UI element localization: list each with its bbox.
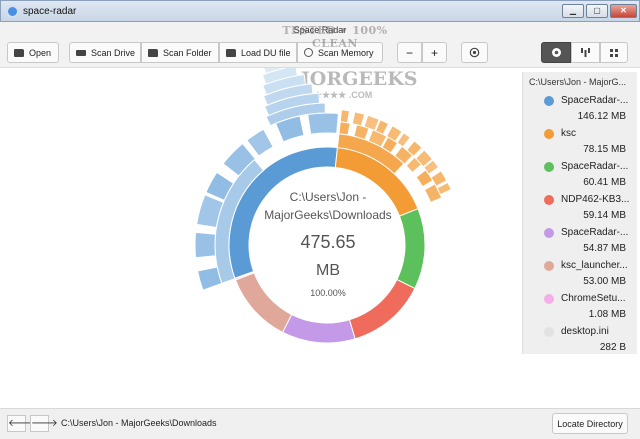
- scan-folder-label: Scan Folder: [163, 47, 212, 58]
- file-entry[interactable]: ksc_launcher... 53.00 MB: [523, 259, 638, 292]
- close-button[interactable]: ✕: [610, 4, 637, 18]
- flame-icon: [581, 48, 590, 57]
- back-button[interactable]: 🡐: [7, 415, 35, 432]
- file-size: 1.08 MB: [588, 309, 626, 320]
- open-label: Open: [29, 47, 52, 58]
- sunburst-sub-segment[interactable]: [338, 121, 351, 136]
- watermark-line-1: TESTED • 100% CLEAN: [282, 24, 388, 50]
- drive-icon: [76, 49, 86, 56]
- color-dot: [544, 327, 554, 337]
- sunburst-sub-segment[interactable]: [339, 109, 351, 124]
- file-size: 54.87 MB: [583, 243, 626, 254]
- sunburst-sub-segment[interactable]: [351, 111, 366, 127]
- file-entry[interactable]: SpaceRadar-... 54.87 MB: [523, 226, 638, 259]
- folder-icon: [14, 48, 24, 57]
- color-dot: [544, 129, 554, 139]
- forward-button[interactable]: 🡒: [30, 415, 58, 432]
- title-bar: space-radar ▁ ▢ ✕: [0, 0, 640, 22]
- file-name: SpaceRadar-...: [561, 95, 629, 106]
- sunburst-sub-segment[interactable]: [246, 128, 274, 157]
- file-name: ksc: [561, 128, 576, 139]
- scan-drive-button[interactable]: Scan Drive: [69, 42, 141, 63]
- file-name: ksc_launcher...: [561, 260, 628, 271]
- file-size: 282 B: [599, 342, 626, 353]
- zoom-in-button[interactable]: +: [422, 42, 447, 63]
- status-bar: 🡐 🡒 C:\Users\Jon - MajorGeeks\Downloads …: [0, 408, 640, 439]
- color-dot: [544, 195, 554, 205]
- sunburst-svg[interactable]: [0, 56, 522, 408]
- arrow-right-icon: 🡒: [31, 418, 58, 429]
- file-size: 53.00 MB: [583, 276, 626, 287]
- file-name: NDP462-KB3...: [561, 194, 630, 205]
- color-dot: [544, 294, 554, 304]
- file-entry[interactable]: SpaceRadar-... 60.41 MB: [523, 160, 638, 193]
- sunburst-view-button[interactable]: [541, 42, 571, 63]
- folder-icon: [148, 48, 158, 57]
- refresh-button[interactable]: [461, 42, 488, 63]
- flame-view-button[interactable]: [571, 42, 600, 63]
- target-icon: [469, 47, 480, 58]
- status-path: C:\Users\Jon - MajorGeeks\Downloads: [61, 418, 217, 428]
- maximize-button[interactable]: ▢: [586, 4, 608, 18]
- file-name: ChromeSetu...: [561, 293, 626, 304]
- file-size: 59.14 MB: [583, 210, 626, 221]
- panel-path: C:\Users\Jon - MajorG...: [529, 77, 627, 87]
- sunburst-icon: [551, 48, 561, 57]
- file-size: 60.41 MB: [583, 177, 626, 188]
- file-entry[interactable]: desktop.ini 282 B: [523, 325, 638, 358]
- file-size: 78.15 MB: [583, 144, 626, 155]
- file-list-panel: C:\Users\Jon - MajorG... SpaceRadar-... 1…: [522, 72, 637, 354]
- color-dot: [544, 228, 554, 238]
- sunburst-segment[interactable]: [234, 272, 293, 334]
- window-title: space-radar: [23, 6, 77, 17]
- file-entry[interactable]: ChromeSetu... 1.08 MB: [523, 292, 638, 325]
- file-entry[interactable]: ksc 78.15 MB: [523, 127, 638, 160]
- sunburst-sub-segment[interactable]: [196, 266, 223, 291]
- file-entry[interactable]: SpaceRadar-... 146.12 MB: [523, 94, 638, 127]
- treemap-view-button[interactable]: [600, 42, 628, 63]
- folder-icon: [226, 48, 236, 57]
- color-dot: [544, 261, 554, 271]
- treemap-icon: [610, 48, 618, 57]
- color-dot: [544, 96, 554, 106]
- minimize-button[interactable]: ▁: [562, 4, 584, 18]
- file-size: 146.12 MB: [577, 111, 626, 122]
- file-entry[interactable]: NDP462-KB3... 59.14 MB: [523, 193, 638, 226]
- file-name: SpaceRadar-...: [561, 161, 629, 172]
- locate-directory-button[interactable]: Locate Directory: [552, 413, 628, 434]
- sunburst-sub-segment[interactable]: [307, 112, 339, 135]
- sunburst-sub-segment[interactable]: [194, 231, 217, 259]
- scan-folder-button[interactable]: Scan Folder: [141, 42, 219, 63]
- center-path: C:\Users\Jon - MajorGeeks\Downloads: [264, 190, 392, 222]
- center-percent: 100.00%: [310, 288, 346, 298]
- sunburst-segment[interactable]: [281, 313, 356, 344]
- file-name: desktop.ini: [561, 326, 609, 337]
- file-name: SpaceRadar-...: [561, 227, 629, 238]
- color-dot: [544, 162, 554, 172]
- open-button[interactable]: Open: [7, 42, 59, 63]
- center-unit: MB: [316, 262, 340, 279]
- scan-drive-label: Scan Drive: [91, 47, 136, 58]
- center-total: 475.65: [300, 232, 356, 252]
- app-icon: [6, 5, 19, 18]
- sunburst-chart[interactable]: C:\Users\Jon - MajorGeeks\Downloads 475.…: [0, 56, 522, 408]
